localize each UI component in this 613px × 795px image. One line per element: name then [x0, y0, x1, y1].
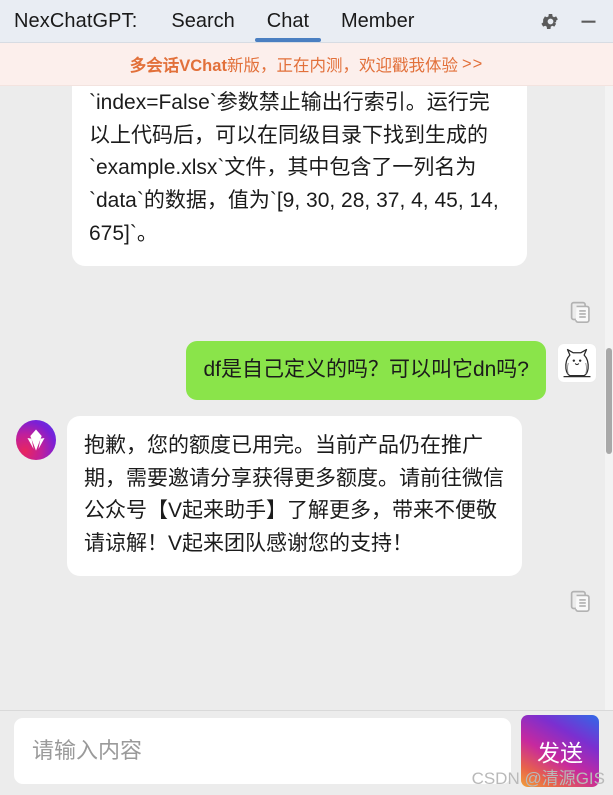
tab-member[interactable]: Member: [325, 0, 430, 42]
title-bar: NexChatGPT: Search Chat Member: [0, 0, 613, 43]
promo-banner-arrow: >>: [461, 54, 484, 73]
promo-banner-text: 新版，正在内测，欢迎戳我体验: [226, 57, 458, 75]
window-controls: [539, 0, 613, 42]
message-bot: 抱歉，您的额度已用完。当前产品仍在推广期，需要邀请分享获得更多额度。请前往微信公…: [16, 415, 597, 576]
message-user: df是自己定义的吗？可以叫它dn吗?: [16, 341, 597, 400]
chat-scroll-region[interactable]: 入到Excel文件`example.xlsx`中，并通过`index=False…: [0, 86, 613, 710]
copy-row-2: [16, 588, 597, 620]
bubble-bot-text: 入到Excel文件`example.xlsx`中，并通过`index=False…: [72, 86, 527, 266]
cat-avatar: [557, 343, 597, 383]
app-brand: NexChatGPT:: [14, 9, 138, 32]
composer-bar: 发送: [0, 710, 613, 795]
copy-icon[interactable]: [568, 588, 595, 620]
bubble-user-text: df是自己定义的吗？可以叫它dn吗?: [186, 341, 546, 400]
chat-scrollbar-thumb[interactable]: [606, 348, 612, 455]
copy-row-1: [16, 299, 597, 331]
tab-chat[interactable]: Chat: [251, 0, 325, 42]
gear-icon[interactable]: [539, 10, 561, 32]
v-logo-avatar: [16, 419, 56, 460]
send-button[interactable]: 发送: [521, 715, 599, 787]
promo-banner-strong: 多会话VChat: [129, 57, 227, 75]
chat-scrollbar[interactable]: [605, 86, 613, 710]
chat-area: 入到Excel文件`example.xlsx`中，并通过`index=False…: [0, 86, 613, 710]
bot-bubble-column: 抱歉，您的额度已用完。当前产品仍在推广期，需要邀请分享获得更多额度。请前往微信公…: [67, 415, 522, 576]
tab-search-label: Search: [171, 9, 235, 32]
copy-icon[interactable]: [568, 299, 595, 331]
message-input[interactable]: [14, 718, 511, 784]
minimize-icon[interactable]: [577, 10, 599, 32]
bubble-bot-quota-text: 抱歉，您的额度已用完。当前产品仍在推广期，需要邀请分享获得更多额度。请前往微信公…: [67, 415, 522, 576]
tab-chat-label: Chat: [266, 9, 309, 32]
message-bot-clipped: 入到Excel文件`example.xlsx`中，并通过`index=False…: [16, 86, 597, 301]
promo-banner[interactable]: 多会话VChat 新版，正在内测，欢迎戳我体验 >>: [0, 43, 613, 86]
tab-search[interactable]: Search: [155, 0, 250, 42]
nav-tabs: Search Chat Member: [155, 0, 430, 42]
tab-member-label: Member: [341, 9, 415, 32]
